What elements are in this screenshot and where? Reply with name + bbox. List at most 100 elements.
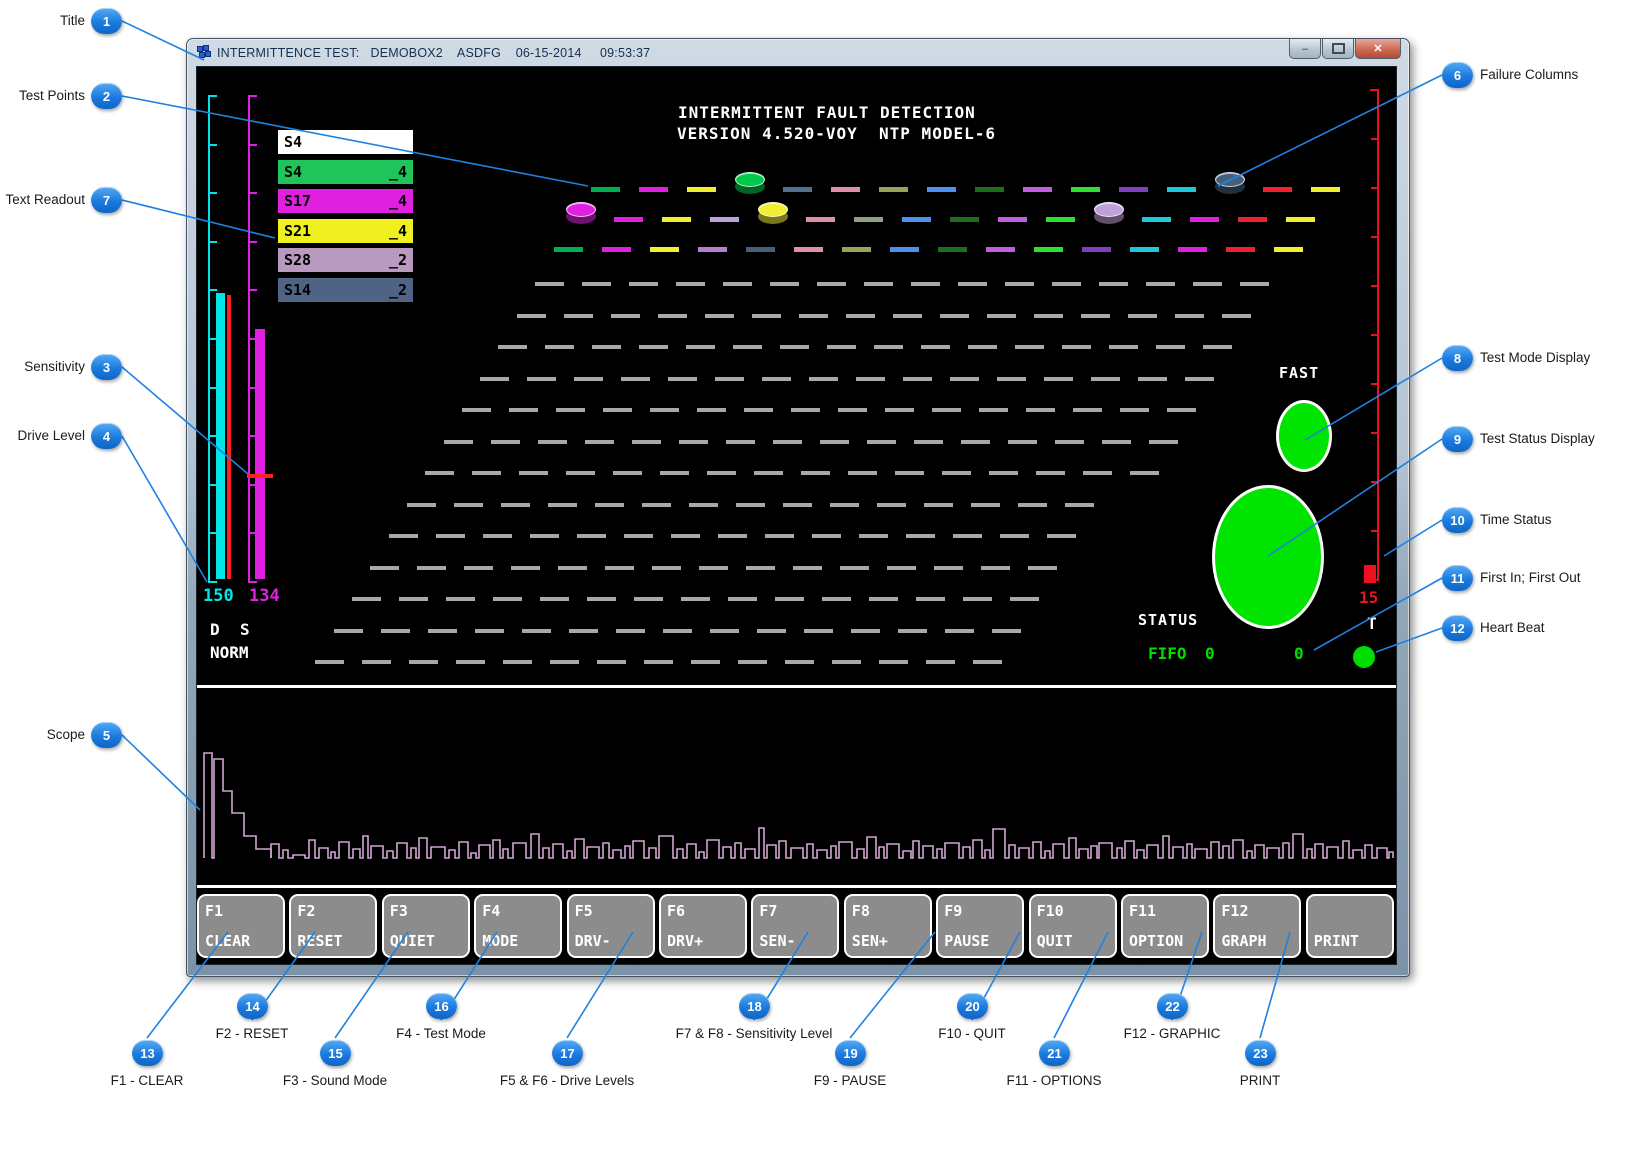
failure-dash — [1071, 187, 1100, 192]
history-dash — [1099, 282, 1128, 286]
history-dash — [783, 503, 812, 507]
history-dash — [334, 629, 363, 633]
fkey-f1[interactable]: F1CLEAR — [197, 894, 285, 958]
history-dash — [315, 660, 344, 664]
callout-label-22: F12 - GRAPHIC — [1124, 1026, 1221, 1041]
test-status-display — [1212, 485, 1324, 629]
history-dash — [1015, 345, 1044, 349]
fkey-f6[interactable]: F6DRV+ — [659, 894, 747, 958]
history-dash — [953, 534, 982, 538]
history-dash — [652, 566, 681, 570]
history-dash — [877, 503, 906, 507]
history-dash — [613, 471, 642, 475]
history-dash — [754, 471, 783, 475]
failure-dash — [854, 217, 883, 222]
history-dash — [558, 566, 587, 570]
close-button[interactable]: ✕ — [1355, 39, 1401, 59]
history-dash — [710, 629, 739, 633]
failure-dash — [950, 217, 979, 222]
title-bar[interactable]: INTERMITTENCE TEST: DEMOBOX2 ASDFG 06-15… — [187, 39, 1409, 67]
history-dash — [603, 408, 632, 412]
fkey-f7[interactable]: F7SEN- — [751, 894, 839, 958]
history-dash — [629, 282, 658, 286]
history-dash — [940, 314, 969, 318]
history-dash — [958, 282, 987, 286]
fkey-label: OPTION — [1129, 932, 1183, 950]
fifo-value-2: 0 — [1294, 644, 1304, 663]
callout-pill-17: 17 — [552, 1040, 583, 1066]
history-dash — [1083, 471, 1112, 475]
history-dash — [989, 471, 1018, 475]
test-point-count: _4 — [389, 192, 407, 210]
fkey-print[interactable]: PRINT — [1306, 894, 1394, 958]
test-point-row[interactable]: S21_4 — [278, 219, 413, 243]
test-point-count: _4 — [389, 163, 407, 181]
history-dash — [848, 471, 877, 475]
history-dash — [550, 660, 579, 664]
fkey-label: PAUSE — [944, 932, 989, 950]
test-point-row[interactable]: S14 _2 — [278, 278, 413, 302]
failure-dash — [1311, 187, 1340, 192]
callout-label-10: Time Status — [1480, 512, 1552, 527]
test-point-count: _4 — [389, 222, 407, 240]
callout-pill-2: 2 — [91, 83, 122, 109]
fkey-f9[interactable]: F9PAUSE — [936, 894, 1024, 958]
history-dash — [1062, 345, 1091, 349]
maximize-icon — [1332, 43, 1345, 54]
failure-dash — [1226, 247, 1255, 252]
history-dash — [752, 314, 781, 318]
history-dash — [660, 471, 689, 475]
test-point-row[interactable]: S17_4 — [278, 189, 413, 213]
time-status-value: 15 — [1359, 588, 1378, 607]
red-ruler-tick — [1371, 481, 1378, 483]
history-dash — [545, 345, 574, 349]
failure-dash — [1142, 217, 1171, 222]
test-point-label: S14 — [284, 281, 311, 299]
history-dash — [592, 345, 621, 349]
failure-dash — [662, 217, 691, 222]
fkey-f5[interactable]: F5DRV- — [567, 894, 655, 958]
callout-pill-5: 5 — [91, 722, 122, 748]
history-dash — [924, 503, 953, 507]
function-key-row: F1CLEARF2RESETF3QUIETF4MODEF5DRV-F6DRV+F… — [197, 894, 1396, 958]
history-dash — [1028, 566, 1057, 570]
fkey-f12[interactable]: F12GRAPH — [1213, 894, 1301, 958]
history-dash — [746, 566, 775, 570]
magenta-ruler-tick — [250, 144, 257, 146]
history-dash — [1185, 377, 1214, 381]
minimize-button[interactable]: – — [1289, 39, 1321, 59]
fkey-f3[interactable]: F3QUIET — [382, 894, 470, 958]
scope-display — [197, 689, 1396, 884]
history-dash — [1047, 534, 1076, 538]
magenta-ruler-tick — [250, 289, 257, 291]
history-dash — [1146, 282, 1175, 286]
history-dash — [1055, 440, 1084, 444]
fkey-f10[interactable]: F10QUIT — [1029, 894, 1117, 958]
fkey-label: QUIET — [390, 932, 435, 950]
test-point-count: _2 — [389, 281, 407, 299]
history-dash — [744, 408, 773, 412]
magenta-ruler-tick — [250, 241, 257, 243]
fkey-label: RESET — [297, 932, 342, 950]
test-point-label: S28 — [284, 251, 311, 269]
history-dash — [775, 597, 804, 601]
failure-dash — [1178, 247, 1207, 252]
fkey-f11[interactable]: F11OPTION — [1121, 894, 1209, 958]
failure-dash — [842, 247, 871, 252]
history-dash — [723, 282, 752, 286]
history-dash — [535, 282, 564, 286]
fkey-f4[interactable]: F4MODE — [474, 894, 562, 958]
test-point-row[interactable]: S4 — [278, 130, 413, 154]
maximize-button[interactable] — [1322, 39, 1354, 59]
level-bar — [255, 329, 265, 579]
cyan-ruler-tick — [210, 289, 217, 291]
callout-label-8: Test Mode Display — [1480, 350, 1590, 365]
fkey-f8[interactable]: F8SEN+ — [844, 894, 932, 958]
fkey-f2[interactable]: F2RESET — [289, 894, 377, 958]
callout-pill-9: 9 — [1442, 426, 1473, 452]
test-point-row[interactable]: S28_2 — [278, 248, 413, 272]
failure-dash — [1119, 187, 1148, 192]
test-point-label: S4 — [284, 133, 302, 151]
test-point-row[interactable]: S4_4 — [278, 160, 413, 184]
magenta-ruler-cap — [248, 95, 257, 97]
